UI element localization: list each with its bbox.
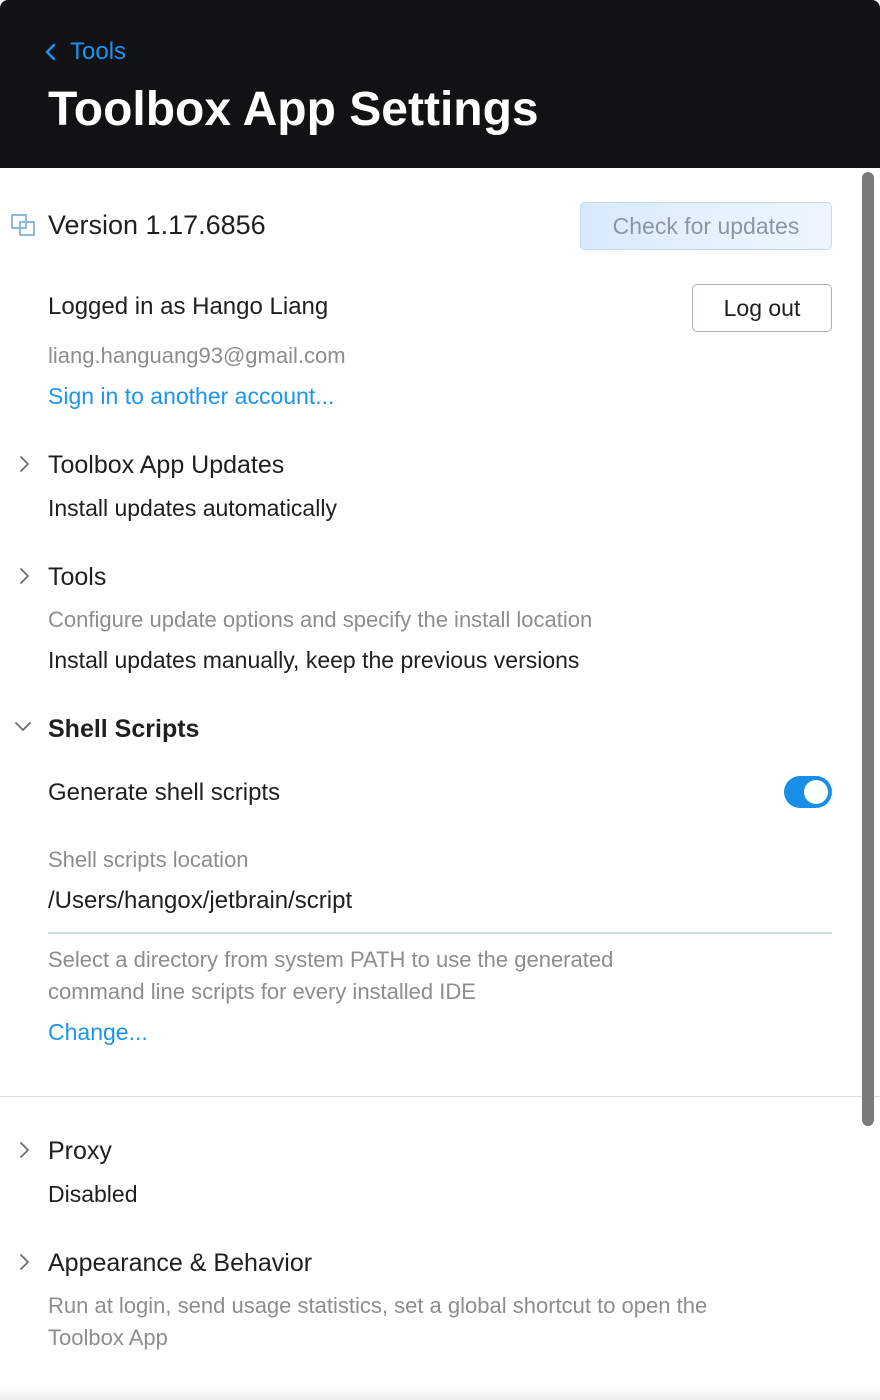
chevron-right-icon[interactable] (16, 454, 32, 479)
log-out-button[interactable]: Log out (692, 284, 832, 332)
shell-help-line-2: command line scripts for every installed… (48, 979, 476, 1004)
scrollbar-thumb[interactable] (862, 172, 874, 1126)
shell-help-line-1: Select a directory from system PATH to u… (48, 947, 614, 972)
change-location-link[interactable]: Change... (48, 1018, 148, 1046)
back-button[interactable]: Tools (44, 36, 126, 68)
section-shell-scripts[interactable]: Shell Scripts (48, 713, 199, 745)
section-proxy[interactable]: Proxy (48, 1135, 112, 1167)
sign-in-another-account-link[interactable]: Sign in to another account... (48, 382, 334, 410)
bottom-shadow (0, 1386, 880, 1400)
chevron-right-icon[interactable] (16, 1252, 32, 1277)
tools-description: Configure update options and specify the… (48, 607, 593, 632)
settings-content: Version 1.17.6856 Check for updates Logg… (0, 168, 880, 1400)
shell-scripts-location-label: Shell scripts location (48, 847, 249, 872)
chevron-right-icon[interactable] (16, 566, 32, 591)
chevron-down-icon[interactable] (12, 719, 34, 740)
version-label: Version 1.17.6856 (48, 210, 266, 240)
section-tools[interactable]: Tools (48, 561, 106, 593)
tools-value: Install updates manually, keep the previ… (48, 647, 580, 673)
section-divider (0, 1096, 880, 1097)
section-toolbox-app-updates[interactable]: Toolbox App Updates (48, 449, 284, 481)
chevron-left-icon (44, 43, 58, 61)
check-for-updates-button[interactable]: Check for updates (580, 202, 832, 250)
shell-scripts-location-input[interactable]: /Users/hangox/jetbrain/script (48, 886, 352, 916)
updates-value: Install updates automatically (48, 495, 337, 521)
account-email: liang.hanguang93@gmail.com (48, 343, 346, 368)
section-appearance-behavior[interactable]: Appearance & Behavior (48, 1247, 312, 1279)
appearance-description-line-2: Toolbox App (48, 1325, 168, 1350)
back-label: Tools (70, 38, 127, 65)
toggle-knob (804, 780, 828, 804)
header: Tools Toolbox App Settings (0, 0, 880, 168)
generate-shell-scripts-toggle[interactable] (784, 776, 832, 808)
chevron-right-icon[interactable] (16, 1140, 32, 1165)
logged-in-label: Logged in as Hango Liang (48, 293, 329, 320)
proxy-value: Disabled (48, 1181, 138, 1207)
generate-shell-scripts-label: Generate shell scripts (48, 779, 281, 806)
page-title: Toolbox App Settings (48, 83, 539, 136)
location-input-underline (48, 932, 832, 934)
appearance-description-line-1: Run at login, send usage statistics, set… (48, 1293, 708, 1318)
toolbox-logo-icon (10, 212, 38, 243)
